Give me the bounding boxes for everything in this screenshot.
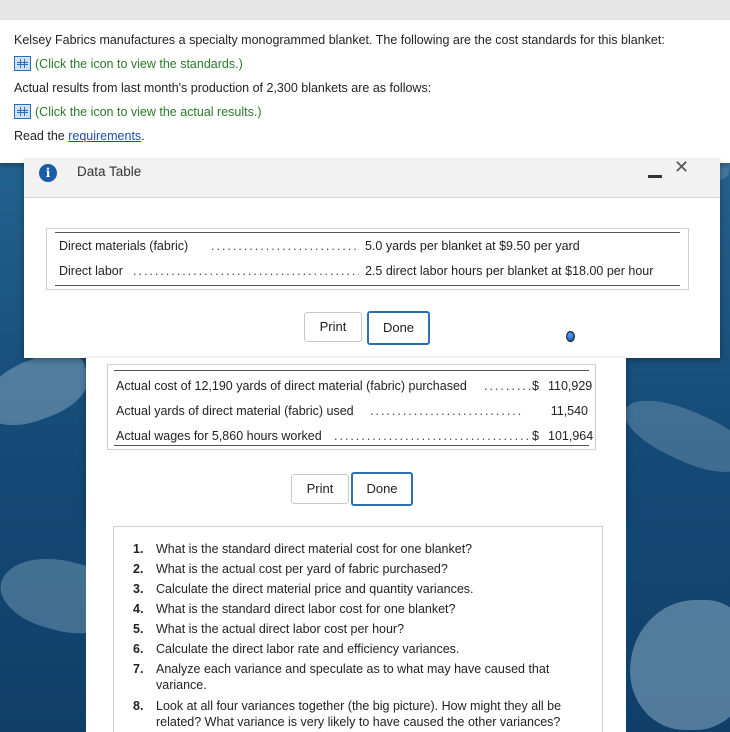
dialog-title: Data Table (77, 164, 142, 179)
table-icon[interactable] (14, 56, 31, 71)
dot-leader: ........... (484, 379, 530, 393)
currency-symbol: $ (532, 379, 539, 393)
item-number: 3. (133, 582, 144, 596)
row-value: 11,540 (550, 404, 588, 418)
table-row: Direct labor ...........................… (59, 259, 676, 284)
row-value: 5.0 yards per blanket at $9.50 per yard (365, 239, 580, 253)
item-text: What is the standard direct labor cost f… (156, 602, 456, 616)
question-panel: Kelsey Fabrics manufactures a specialty … (0, 20, 730, 163)
done-button[interactable]: Done (367, 311, 430, 345)
item-number: 4. (133, 602, 144, 616)
row-label: Direct labor (59, 264, 123, 278)
dialog-titlebar: i Data Table ✕ (24, 158, 720, 198)
actual-results-dialog: Actual cost of 12,190 yards of direct ma… (86, 358, 626, 520)
requirements-panel: 1. What is the standard direct material c… (86, 520, 626, 732)
actual-link-row[interactable]: (Click the icon to view the actual resul… (14, 100, 716, 124)
item-number: 6. (133, 642, 144, 656)
item-text: What is the actual cost per yard of fabr… (156, 562, 448, 576)
table-icon[interactable] (14, 104, 31, 119)
item-number: 8. (133, 699, 144, 713)
item-text: Analyze each variance and speculate as t… (156, 662, 550, 692)
standards-link-row[interactable]: (Click the icon to view the standards.) (14, 52, 716, 76)
table-rule (114, 370, 589, 371)
row-value: 2.5 direct labor hours per blanket at $1… (365, 264, 654, 278)
table-row: Direct materials (fabric) ..............… (59, 234, 676, 259)
dot-leader: ..................................... (370, 404, 524, 418)
done-button[interactable]: Done (351, 472, 413, 506)
table-row: Actual yards of direct material (fabric)… (116, 399, 588, 424)
print-button[interactable]: Print (304, 312, 362, 342)
requirements-link[interactable]: requirements (68, 129, 141, 143)
close-icon[interactable]: ✕ (674, 158, 689, 176)
item-text: What is the actual direct labor cost per… (156, 622, 405, 636)
item-number: 1. (133, 542, 144, 556)
actual-intro: Actual results from last month's product… (14, 81, 432, 95)
standards-link[interactable]: (Click the icon to view the standards.) (35, 57, 243, 71)
item-text: Calculate the direct labor rate and effi… (156, 642, 460, 656)
table-row: Actual cost of 12,190 yards of direct ma… (116, 374, 593, 399)
standards-table: Direct materials (fabric) ..............… (46, 228, 689, 290)
item-number: 5. (133, 622, 144, 636)
read-prefix: Read the (14, 129, 69, 143)
question-intro: Kelsey Fabrics manufactures a specialty … (14, 33, 665, 47)
row-label: Actual cost of 12,190 yards of direct ma… (116, 379, 467, 393)
table-rule (55, 285, 680, 286)
print-button[interactable]: Print (291, 474, 349, 504)
minimize-icon[interactable] (648, 175, 662, 178)
standards-dialog: i Data Table ✕ Direct materials (fabric)… (24, 158, 720, 358)
item-number: 7. (133, 662, 144, 676)
info-icon: i (39, 164, 57, 182)
cursor-icon (566, 331, 575, 342)
actual-results-table: Actual cost of 12,190 yards of direct ma… (107, 364, 596, 450)
top-bar (0, 0, 730, 20)
table-rule (55, 232, 680, 233)
row-label: Direct materials (fabric) (59, 239, 189, 253)
dot-leader: ........................................… (133, 264, 359, 278)
table-rule (114, 445, 589, 446)
row-label: Actual yards of direct material (fabric)… (116, 404, 354, 418)
item-text: Look at all four variances together (the… (156, 699, 562, 729)
read-requirements-line: Read the requirements. (14, 124, 716, 148)
dot-leader: ........................................… (211, 239, 359, 253)
requirements-list: 1. What is the standard direct material c… (113, 526, 603, 732)
item-text: Calculate the direct material price and … (156, 582, 474, 596)
actual-results-link[interactable]: (Click the icon to view the actual resul… (35, 105, 261, 119)
read-suffix: . (141, 129, 145, 143)
item-number: 2. (133, 562, 144, 576)
row-value: 110,929 (548, 379, 593, 393)
item-text: What is the standard direct material cos… (156, 542, 473, 556)
